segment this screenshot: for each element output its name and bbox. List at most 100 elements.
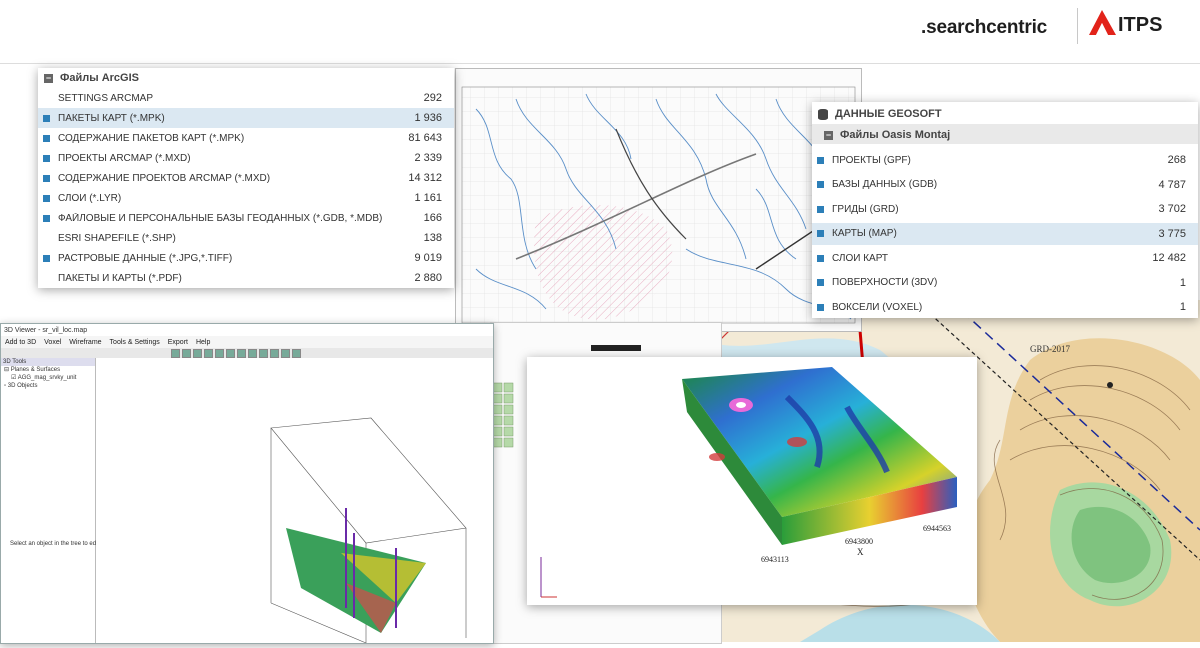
row-label: ESRI SHAPEFILE (*.SHP) — [58, 232, 176, 244]
row-label: КАРТЫ (MAP) — [832, 228, 897, 239]
arcgis-row[interactable]: ПАКЕТЫ И КАРТЫ (*.PDF) 2 880 — [38, 268, 454, 288]
row-count: 1 936 — [414, 112, 442, 124]
row-count: 12 482 — [1152, 252, 1186, 264]
row-count: 14 312 — [408, 172, 442, 184]
menu-add-to-3d[interactable]: Add to 3D — [5, 339, 36, 346]
itps-logo: ITPS — [1118, 14, 1163, 36]
viewer-tree-panel: 3D Tools ⊟ Planes & Surfaces ☑ AGG_mag_s… — [1, 358, 348, 643]
row-label: ПРОЕКТЫ ARCMAP (*.MXD) — [58, 152, 191, 164]
row-count: 292 — [423, 92, 442, 104]
tree-item-planes[interactable]: ⊟ Planes & Surfaces — [1, 366, 95, 374]
row-label: СЛОИ (*.LYR) — [58, 192, 122, 204]
logo-divider — [1077, 8, 1078, 44]
arcgis-row[interactable]: СОДЕРЖАНИЕ ПРОЕКТОВ ARCMAP (*.MXD) 14 312 — [38, 168, 454, 188]
layer-square-icon — [43, 214, 50, 222]
tool-icon[interactable] — [171, 348, 180, 358]
geosoft-files-panel: ДАННЫЕ GEOSOFT − Файлы Oasis Montaj ПРОЕ… — [812, 102, 1198, 318]
layer-square-icon — [817, 303, 824, 311]
arcgis-row[interactable]: ПАКЕТЫ КАРТ (*.MPK) 1 936 — [38, 108, 454, 128]
menu-voxel[interactable]: Voxel — [44, 339, 61, 346]
block-model-view[interactable]: 6943113 6943800 6944563 X — [527, 357, 977, 605]
tool-icon[interactable] — [182, 348, 191, 358]
row-label: СОДЕРЖАНИЕ ПРОЕКТОВ ARCMAP (*.MXD) — [58, 172, 271, 184]
arcgis-row[interactable]: SETTINGS ARCMAP 292 — [38, 88, 454, 108]
arcgis-files-panel: − Файлы ArcGIS SETTINGS ARCMAP 292 ПАКЕТЫ … — [38, 68, 454, 288]
searchcentric-logo: .searchcentric — [921, 17, 1048, 38]
arcgis-row[interactable]: СОДЕРЖАНИЕ ПАКЕТОВ КАРТ (*.MPK) 81 643 — [38, 128, 454, 148]
row-count: 2 880 — [414, 272, 442, 284]
tool-icon[interactable] — [193, 348, 202, 358]
viewer-canvas[interactable] — [96, 358, 493, 644]
viewer-toolbar — [1, 348, 493, 358]
row-label: ГРИДЫ (GRD) — [832, 203, 899, 215]
x-axis-label: X — [857, 547, 864, 557]
tree-item-surface[interactable]: ☑ AGG_mag_srvky_unit — [1, 374, 95, 382]
geosoft-header: ДАННЫЕ GEOSOFT — [818, 108, 942, 120]
geosoft-row[interactable]: БАЗЫ ДАННЫХ (GDB) 4 787 — [812, 174, 1198, 196]
x-tick-2: 6943800 — [845, 537, 873, 546]
row-label: ПРОЕКТЫ (GPF) — [832, 154, 911, 166]
row-label: СОДЕРЖАНИЕ ПАКЕТОВ КАРТ (*.MPK) — [58, 132, 245, 144]
hydrography-map — [455, 68, 862, 332]
geosoft-row[interactable]: СЛОИ КАРТ 12 482 — [812, 247, 1198, 269]
row-count: 9 019 — [414, 252, 442, 264]
menu-tools-settings[interactable]: Tools & Settings — [110, 339, 160, 346]
tool-icon[interactable] — [292, 348, 301, 358]
layer-square-icon — [43, 154, 50, 162]
arcgis-row[interactable]: ПРОЕКТЫ ARCMAP (*.MXD) 2 339 — [38, 148, 454, 168]
viewer-titlebar: 3D Viewer - sr_vil_loc.map — [1, 324, 493, 336]
collapse-icon[interactable]: − — [44, 73, 53, 83]
tool-icon[interactable] — [259, 348, 268, 358]
row-count: 166 — [423, 212, 442, 224]
layer-square-icon — [817, 156, 824, 164]
geosoft-title: − Файлы Oasis Montaj — [824, 129, 951, 141]
menu-wireframe[interactable]: Wireframe — [69, 339, 101, 346]
layer-square-icon — [817, 205, 824, 213]
row-count: 1 — [1179, 301, 1186, 313]
arcgis-row[interactable]: СЛОИ (*.LYR) 1 161 — [38, 188, 454, 208]
viewer-menubar: Add to 3D Voxel Wireframe Tools & Settin… — [1, 336, 493, 348]
geosoft-row[interactable]: ПРОЕКТЫ (GPF) 268 — [812, 149, 1198, 171]
row-count: 1 — [1179, 276, 1186, 289]
layer-square-icon — [817, 230, 824, 237]
menu-help[interactable]: Help — [196, 339, 210, 346]
header-rule — [0, 63, 1200, 64]
layer-square-icon — [817, 254, 824, 262]
tool-icon[interactable] — [270, 348, 279, 358]
tool-icon[interactable] — [281, 348, 290, 358]
collapse-icon[interactable]: − — [824, 130, 833, 140]
map-label: GRD-2017 — [1030, 344, 1070, 354]
geosoft-row[interactable]: ВОКСЕЛИ (VOXEL) 1 — [812, 296, 1198, 318]
x-tick-1: 6943113 — [761, 555, 789, 564]
tool-icon[interactable] — [248, 348, 257, 358]
row-label: SETTINGS ARCMAP — [58, 92, 154, 104]
row-count: 1 161 — [414, 192, 442, 204]
row-count: 81 643 — [408, 132, 442, 144]
tree-item-objects[interactable]: ▫ 3D Objects — [1, 382, 95, 390]
geosoft-row[interactable]: ПОВЕРХНОСТИ (3DV) 1 — [812, 272, 1198, 294]
database-icon — [818, 108, 828, 120]
geosoft-row[interactable]: ГРИДЫ (GRD) 3 702 — [812, 198, 1198, 220]
row-label: СЛОИ КАРТ — [832, 252, 889, 264]
arcgis-row[interactable]: РАСТРОВЫЕ ДАННЫЕ (*.JPG,*.TIFF) 9 019 — [38, 248, 454, 268]
row-count: 3 702 — [1158, 203, 1186, 215]
tool-icon[interactable] — [226, 348, 235, 358]
menu-export[interactable]: Export — [168, 339, 188, 346]
viewer-window[interactable]: 3D Viewer - sr_vil_loc.map Add to 3D Vox… — [0, 323, 494, 644]
arcgis-title: − Файлы ArcGIS — [44, 72, 139, 84]
geosoft-row[interactable]: КАРТЫ (MAP) 3 775 — [812, 222, 1198, 245]
tool-icon[interactable] — [237, 348, 246, 358]
row-count: 4 787 — [1158, 178, 1186, 191]
row-label: ФАЙЛОВЫЕ И ПЕРСОНАЛЬНЫЕ БАЗЫ ГЕОДАННЫХ (… — [58, 212, 382, 224]
arcgis-row[interactable]: ESRI SHAPEFILE (*.SHP) 138 — [38, 228, 454, 248]
tool-icon[interactable] — [204, 348, 213, 358]
tool-icon[interactable] — [215, 348, 224, 358]
row-count: 268 — [1167, 154, 1186, 166]
layer-square-icon — [817, 181, 824, 188]
layer-square-icon — [43, 254, 50, 262]
row-label: БАЗЫ ДАННЫХ (GDB) — [832, 179, 938, 190]
row-label: РАСТРОВЫЕ ДАННЫЕ (*.JPG,*.TIFF) — [58, 252, 233, 264]
arcgis-row[interactable]: ФАЙЛОВЫЕ И ПЕРСОНАЛЬНЫЕ БАЗЫ ГЕОДАННЫХ (… — [38, 208, 454, 228]
layer-square-icon — [43, 194, 50, 202]
layer-square-icon — [43, 114, 50, 122]
